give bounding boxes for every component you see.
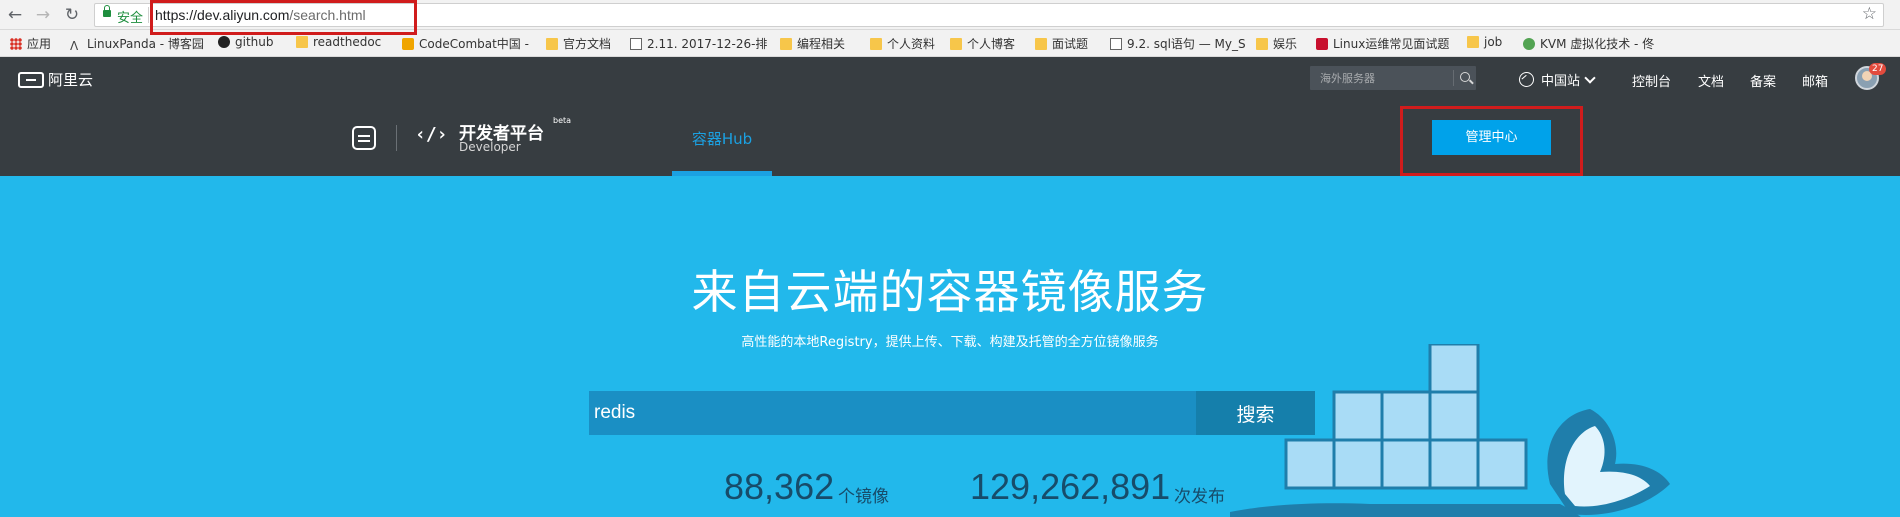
- bookmark-label: job: [1484, 35, 1503, 49]
- bookmark-item[interactable]: job: [1467, 35, 1522, 53]
- bookmark-label: LinuxPanda - 博客园: [87, 37, 204, 51]
- bookmark-item[interactable]: 个人博客: [950, 35, 1025, 53]
- bookmark-item[interactable]: Linux运维常见面试题: [1316, 35, 1466, 53]
- bookmark-label: 编程相关: [797, 37, 846, 51]
- search-divider: [1453, 70, 1454, 86]
- folder-icon: [296, 36, 308, 48]
- code-slash-icon: ‹/›: [415, 124, 448, 145]
- aliyun-logo[interactable]: 阿里云: [18, 69, 93, 90]
- globe-icon: [1519, 72, 1534, 87]
- folder-icon: [870, 38, 882, 50]
- site-top-nav: 阿里云 中国站 控制台 文档 备案 邮箱 27: [0, 57, 1900, 99]
- bookmark-label: 娱乐: [1273, 37, 1298, 51]
- bookmark-label: CodeCombat中国 -: [419, 37, 529, 51]
- github-icon: [218, 36, 230, 48]
- back-icon[interactable]: ←: [4, 4, 26, 26]
- logo-text: 阿里云: [48, 71, 94, 89]
- platform-subtitle: Developer: [459, 140, 521, 154]
- url-divider: [148, 7, 149, 23]
- beta-label: beta: [553, 116, 572, 125]
- doc-icon: [630, 38, 642, 50]
- bookmark-label: github: [235, 35, 274, 49]
- linux-icon: ᐱ: [70, 39, 79, 53]
- folder-icon: [780, 38, 792, 50]
- bookmark-label: 个人博客: [967, 37, 1016, 51]
- cloud-logo-icon[interactable]: [352, 126, 376, 150]
- nav-link-filing[interactable]: 备案: [1750, 71, 1776, 90]
- bookmark-star-icon[interactable]: ☆: [1862, 4, 1877, 24]
- bookmark-item[interactable]: readthedoc: [296, 35, 396, 53]
- bookmark-item[interactable]: 应用: [10, 35, 60, 53]
- bookmark-label: 2.11. 2017-12-26-排: [647, 37, 768, 51]
- forward-icon[interactable]: →: [32, 4, 54, 26]
- bookmark-item[interactable]: 官方文档: [546, 35, 621, 53]
- bookmark-label: 个人资料: [887, 37, 936, 51]
- page-icon: [1110, 38, 1122, 50]
- kvm-icon: [1523, 38, 1535, 50]
- image-search: [589, 391, 1196, 435]
- region-selector[interactable]: 中国站: [1519, 70, 1596, 89]
- image-count: 88,362: [724, 466, 835, 507]
- bookmark-item[interactable]: ᐱ LinuxPanda - 博客园: [70, 35, 205, 53]
- bookmark-item[interactable]: github: [218, 35, 288, 53]
- nav-link-docs[interactable]: 文档: [1698, 71, 1724, 90]
- bookmark-item[interactable]: CodeCombat中国 -: [402, 35, 532, 53]
- search-icon[interactable]: [1460, 72, 1470, 82]
- folder-icon: [1256, 38, 1268, 50]
- top-search: [1310, 66, 1476, 90]
- bookmark-label: KVM 虚拟化技术 - 佟: [1540, 37, 1655, 51]
- bookmark-item[interactable]: 个人资料: [870, 35, 945, 53]
- red-c-icon: [1316, 38, 1328, 50]
- folder-icon: [1467, 36, 1479, 48]
- folder-icon: [950, 38, 962, 50]
- secure-label: 安全: [117, 11, 144, 26]
- url-highlight-box: [150, 0, 417, 35]
- image-search-input[interactable]: [589, 391, 1196, 435]
- bookmark-label: 9.2. sql语句 — My_S: [1127, 37, 1245, 51]
- region-label: 中国站: [1541, 74, 1581, 89]
- developer-sub-nav: ‹/› 开发者平台 Developer beta 容器Hub 管理中心: [0, 99, 1900, 176]
- management-highlight-box: [1400, 106, 1583, 176]
- publish-count: 129,262,891: [970, 466, 1171, 507]
- folder-icon: [546, 38, 558, 50]
- bookmark-label: 面试题: [1052, 37, 1089, 51]
- folder-icon: [1035, 38, 1047, 50]
- sub-divider: [396, 125, 397, 151]
- chevron-down-icon: [1584, 71, 1596, 84]
- notification-badge: 27: [1869, 63, 1887, 75]
- hero-section: 来自云端的容器镜像服务 高性能的本地Registry，提供上传、下载、构建及托管…: [0, 176, 1900, 517]
- apps-icon: [10, 38, 22, 50]
- codecombat-icon: [402, 38, 414, 50]
- search-button[interactable]: 搜索: [1196, 391, 1315, 435]
- bookmark-item[interactable]: 娱乐: [1256, 35, 1316, 53]
- hero-subtitle: 高性能的本地Registry，提供上传、下载、构建及托管的全方位镜像服务: [741, 335, 1159, 350]
- reload-icon[interactable]: ↻: [61, 4, 83, 26]
- bookmark-label: 应用: [27, 37, 52, 51]
- aliyun-logo-icon: [18, 71, 44, 88]
- bookmark-item[interactable]: KVM 虚拟化技术 - 佟: [1523, 35, 1683, 53]
- hero-title: 来自云端的容器镜像服务: [691, 265, 1209, 319]
- bookmark-label: 官方文档: [563, 37, 612, 51]
- top-search-input[interactable]: [1310, 66, 1450, 90]
- bookmark-label: readthedoc: [313, 35, 382, 49]
- bookmark-item[interactable]: 编程相关: [780, 35, 855, 53]
- publish-count-unit: 次发布: [1174, 487, 1225, 507]
- image-count-unit: 个镜像: [838, 487, 889, 507]
- tab-container-hub[interactable]: 容器Hub: [672, 99, 772, 176]
- nav-link-console[interactable]: 控制台: [1632, 71, 1671, 90]
- bookmark-item[interactable]: 2.11. 2017-12-26-排: [630, 35, 770, 53]
- bookmark-item[interactable]: 面试题: [1035, 35, 1105, 53]
- bookmark-item[interactable]: 9.2. sql语句 — My_S: [1110, 35, 1245, 53]
- lock-icon: [103, 5, 111, 17]
- bookmark-label: Linux运维常见面试题: [1333, 37, 1450, 51]
- nav-link-mail[interactable]: 邮箱: [1802, 71, 1828, 90]
